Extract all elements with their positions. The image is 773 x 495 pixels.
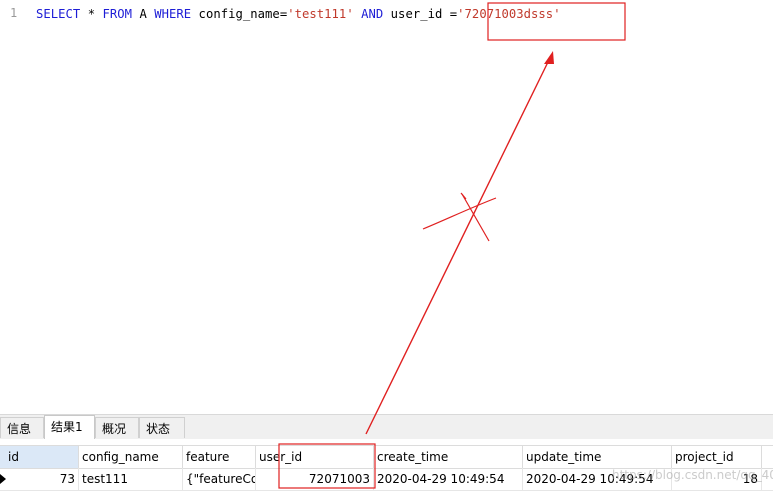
sql-token-plain: config_name= [191, 7, 288, 21]
grid-header: id config_name feature user_id create_ti… [0, 445, 773, 469]
cell-user-id[interactable]: 72071003 [256, 468, 374, 490]
sql-token-plain [354, 7, 361, 21]
column-header-id[interactable]: id [0, 446, 79, 468]
sql-token-plain: user_id = [383, 7, 458, 21]
column-header-create-time[interactable]: create_time [374, 446, 523, 468]
sql-token-kw: FROM [102, 7, 133, 21]
line-gutter: 1 [0, 0, 30, 412]
watermark: https://blog.csdn.net/qq_4091149 [612, 468, 773, 482]
navicat-query-window: 1 SELECT * FROM A WHERE config_name='tes… [0, 0, 773, 495]
tab-overview[interactable]: 概况 [95, 417, 139, 438]
sql-token-plain: A [132, 7, 155, 21]
result-tabbar: 信息 结果1 概况 状态 [0, 414, 773, 440]
tab-overview-label: 概况 [102, 422, 127, 436]
sql-token-str: '72071003dsss' [457, 7, 561, 21]
sql-token-kw: SELECT [36, 7, 81, 21]
line-number: 1 [10, 6, 18, 20]
column-header-config-name[interactable]: config_name [79, 446, 183, 468]
result-grid[interactable]: id config_name feature user_id create_ti… [0, 439, 773, 495]
tab-status-label: 状态 [146, 422, 171, 436]
sql-token-str: 'test111' [287, 7, 354, 21]
cell-feature[interactable]: {"featureCor [183, 468, 256, 490]
cell-config-name[interactable]: test111 [79, 468, 183, 490]
sql-token-kw: WHERE [154, 7, 192, 21]
cell-create-time[interactable]: 2020-04-29 10:49:54 [374, 468, 523, 490]
column-header-user-id[interactable]: user_id [256, 446, 374, 468]
sql-token-plain: * [80, 7, 103, 21]
sql-editor[interactable]: 1 SELECT * FROM A WHERE config_name='tes… [0, 0, 773, 412]
tab-result1[interactable]: 结果1 [44, 415, 95, 440]
column-header-project-id[interactable]: project_id [672, 446, 762, 468]
tab-info-label: 信息 [7, 422, 32, 436]
tab-info[interactable]: 信息 [0, 417, 44, 438]
tab-result1-label: 结果1 [51, 420, 83, 434]
sql-query-line[interactable]: SELECT * FROM A WHERE config_name='test1… [36, 6, 561, 22]
sql-token-kw: AND [361, 7, 384, 21]
column-header-feature[interactable]: feature [183, 446, 256, 468]
tab-status[interactable]: 状态 [139, 417, 185, 438]
column-header-update-time[interactable]: update_time [523, 446, 672, 468]
cell-id[interactable]: 73 [0, 468, 79, 490]
